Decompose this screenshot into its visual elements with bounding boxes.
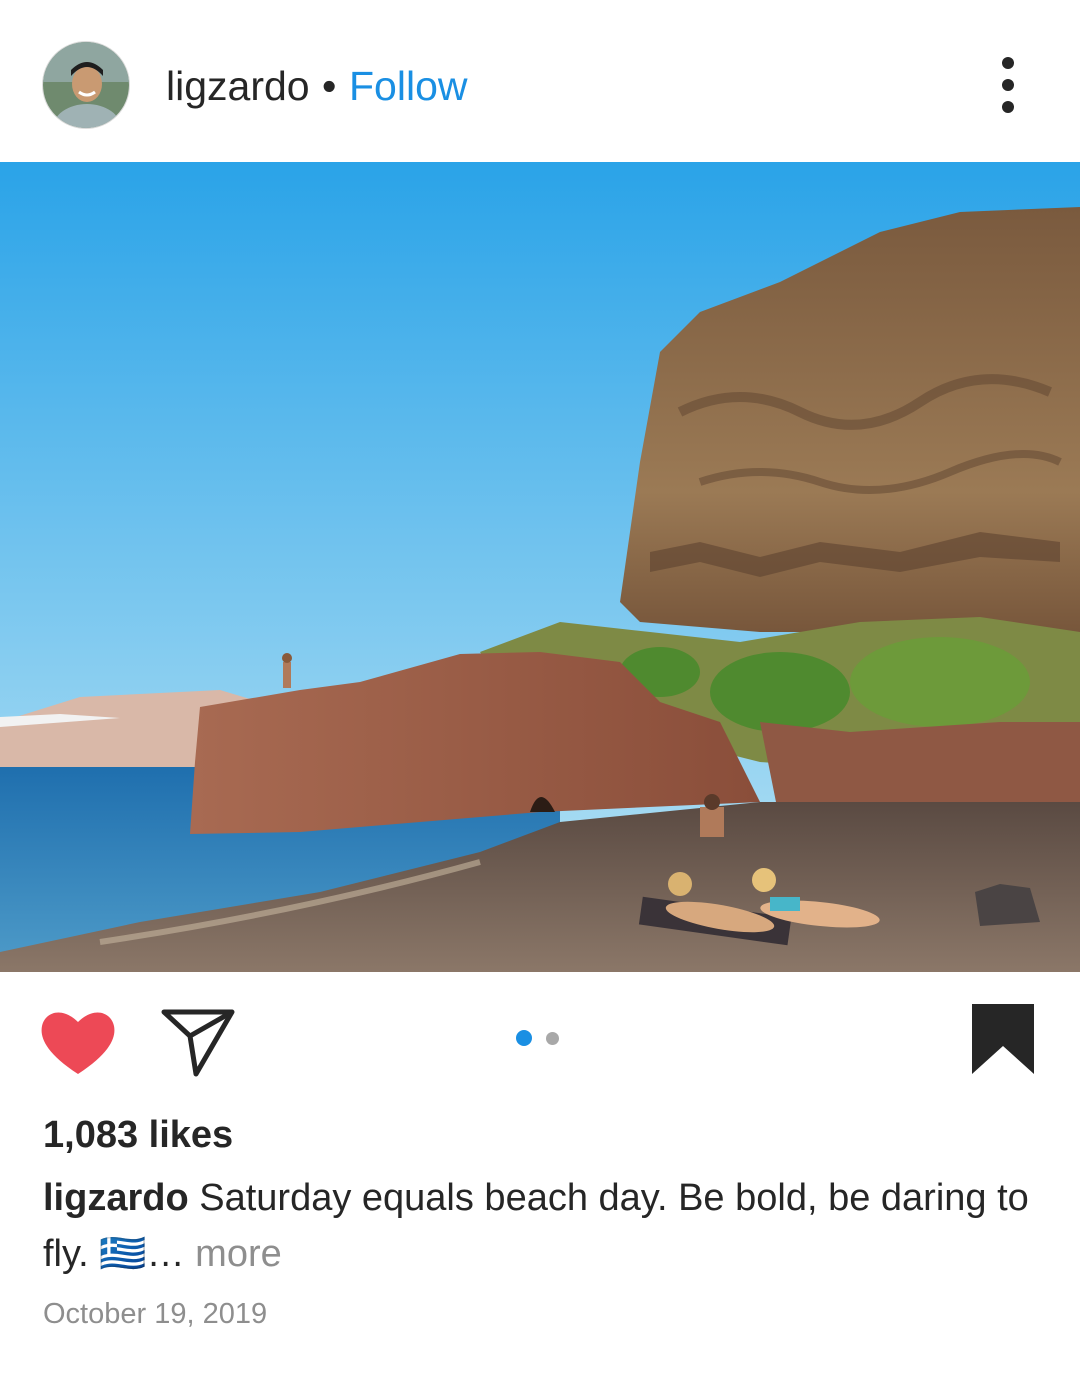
follow-button[interactable]: Follow — [349, 62, 467, 110]
caption-text: Saturday equals beach day. Be bold, be d… — [43, 1177, 1029, 1275]
post-caption: ligzardo Saturday equals beach day. Be b… — [43, 1170, 1033, 1282]
post-date: October 19, 2019 — [43, 1298, 268, 1330]
carousel-indicator — [516, 1030, 564, 1048]
more-options-icon[interactable] — [990, 55, 1026, 115]
carousel-dot-active — [516, 1030, 532, 1046]
separator-dot: • — [322, 63, 337, 109]
share-icon[interactable] — [160, 1006, 236, 1078]
bookmark-icon[interactable] — [970, 1002, 1036, 1076]
heart-icon[interactable] — [40, 1008, 116, 1078]
avatar[interactable] — [42, 41, 130, 129]
post-header: ligzardo • Follow — [0, 0, 1080, 162]
action-bar — [0, 972, 1080, 1092]
carousel-dot — [546, 1032, 559, 1045]
caption-username[interactable]: ligzardo — [43, 1177, 189, 1219]
username[interactable]: ligzardo — [166, 62, 310, 110]
likes-count[interactable]: 1,083 likes — [43, 1112, 233, 1158]
more-link[interactable]: more — [195, 1233, 282, 1275]
post-photo[interactable] — [0, 162, 1080, 972]
caption-ellipsis: … — [146, 1233, 185, 1275]
